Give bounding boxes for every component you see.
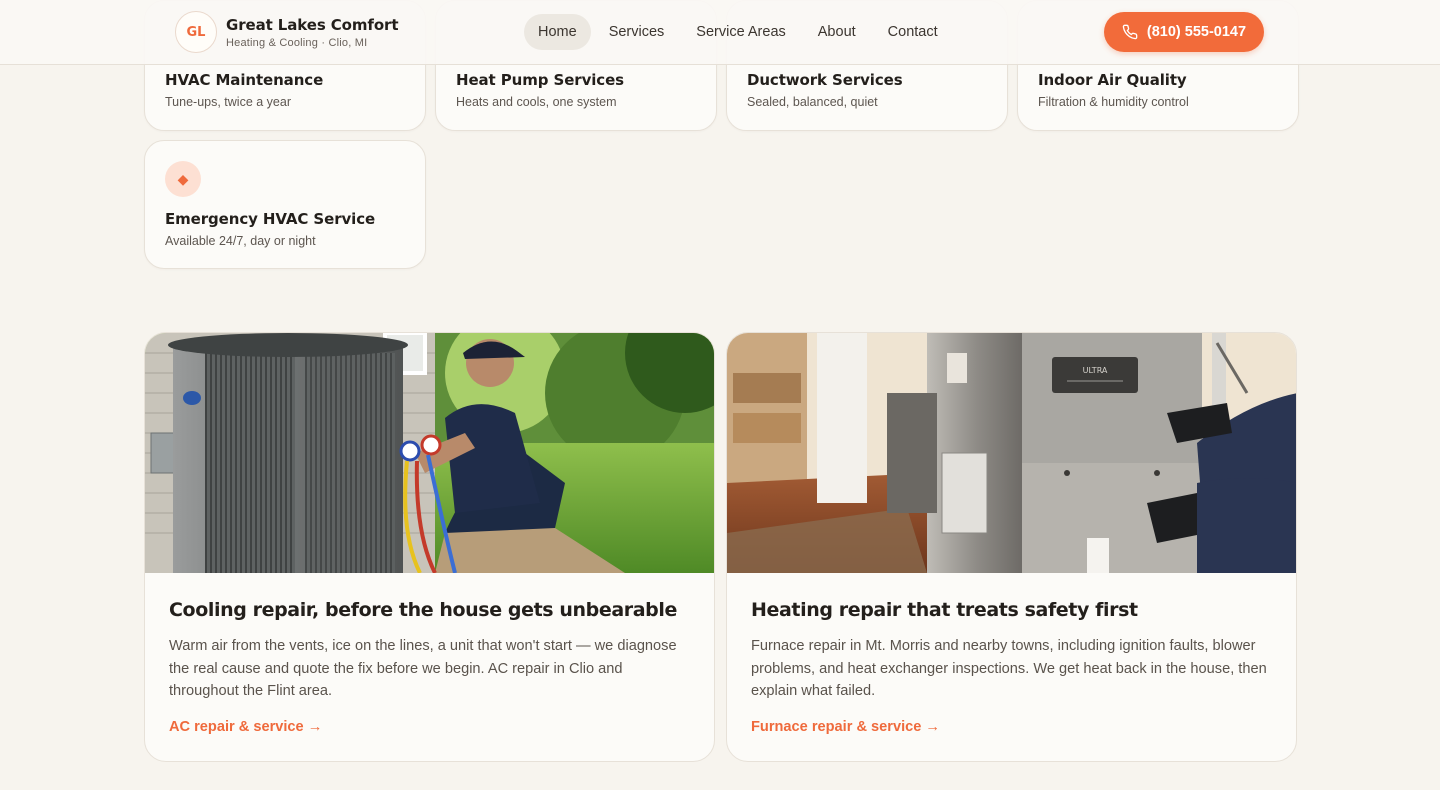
feature-card-cooling: Cooling repair, before the house gets un… [144,332,715,762]
service-subtitle: Sealed, balanced, quiet [747,95,878,109]
service-subtitle: Available 24/7, day or night [165,234,316,248]
diamond-icon: ◆ [165,161,201,197]
brand-tagline: Heating & Cooling · Clio, MI [226,36,368,49]
service-title: Ductwork Services [747,71,903,89]
heating-photo: ULTRA [727,333,1296,573]
main-nav: Home Services Service Areas About Contac… [524,14,956,50]
phone-number: (810) 555-0147 [1146,24,1247,40]
furnace-label: ULTRA [1083,366,1108,375]
ac-repair-link[interactable]: AC repair & service → [169,719,322,735]
cooling-photo [145,333,714,573]
service-title: HVAC Maintenance [165,71,324,89]
logo-badge: GL [175,11,217,53]
furnace-repair-link[interactable]: Furnace repair & service → [751,719,940,735]
service-title: Heat Pump Services [456,71,624,89]
nav-home[interactable]: Home [524,14,591,50]
nav-contact[interactable]: Contact [874,14,952,50]
feature-text: Warm air from the vents, ice on the line… [169,638,677,699]
site-header: GL Great Lakes Comfort Heating & Cooling… [0,0,1440,65]
phone-icon [1122,24,1138,40]
service-subtitle: Tune-ups, twice a year [165,95,291,109]
feature-title: Heating repair that treats safety first [751,599,1138,621]
feature-title: Cooling repair, before the house gets un… [169,599,677,621]
service-subtitle: Heats and cools, one system [456,95,617,109]
service-card-emergency[interactable]: ◆ Emergency HVAC Service Available 24/7,… [144,140,426,269]
nav-services[interactable]: Services [595,14,679,50]
call-phone-button[interactable]: (810) 555-0147 [1104,12,1264,52]
nav-about[interactable]: About [804,14,870,50]
service-title: Indoor Air Quality [1038,71,1187,89]
nav-service-areas[interactable]: Service Areas [682,14,799,50]
feature-card-heating: ULTRA Heating repair that treats safety … [726,332,1297,762]
brand-logo-link[interactable]: GL Great Lakes Comfort Heating & Cooling… [175,11,399,53]
service-subtitle: Filtration & humidity control [1038,95,1189,109]
brand-name: Great Lakes Comfort [226,15,399,34]
service-title: Emergency HVAC Service [165,210,376,228]
feature-text: Furnace repair in Mt. Morris and nearby … [751,638,1267,699]
